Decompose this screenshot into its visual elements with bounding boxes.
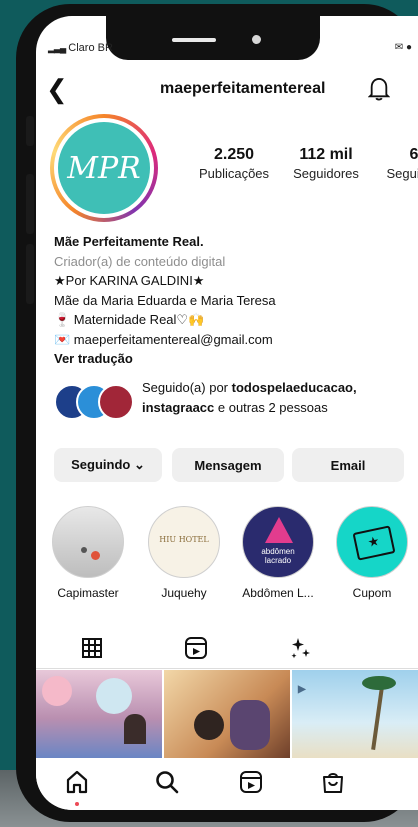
- message-button[interactable]: Mensagem: [172, 448, 284, 482]
- following-stat[interactable]: 6 Seguindo: [374, 146, 418, 181]
- profile-bio: Mãe Perfeitamente Real. Criador(a) de co…: [54, 232, 418, 369]
- home-icon[interactable]: [63, 768, 91, 796]
- carrier-label: Claro BR: [68, 42, 113, 54]
- shop-icon[interactable]: [319, 768, 347, 796]
- highlight-label: Abdômen L...: [242, 586, 314, 600]
- notch: [106, 16, 320, 60]
- following-button[interactable]: Seguindo ⌄: [54, 448, 162, 482]
- followed-account-2: instagraacc: [142, 400, 215, 415]
- status-right: ✉ ●: [394, 42, 412, 53]
- followers-label: Seguidores: [293, 166, 359, 181]
- signal-icon: ▂▃▄: [48, 43, 66, 53]
- hiu-hotel-logo: HIU HOTEL: [159, 535, 209, 544]
- follower-avatar: [98, 384, 134, 420]
- highlight-cover: HIU HOTEL: [148, 506, 220, 578]
- highlight-cupom[interactable]: ★ Cupom: [334, 506, 410, 600]
- highlight-label: Capimaster: [57, 586, 119, 600]
- following-label: Seguindo: [386, 166, 418, 181]
- followed-account: todospelaeducacao,: [231, 380, 357, 395]
- highlight-label: Cupom: [352, 586, 392, 600]
- back-icon[interactable]: ❮: [46, 74, 68, 105]
- reels-icon[interactable]: [237, 768, 265, 796]
- post-thumbnail[interactable]: [36, 670, 162, 758]
- following-count: 6: [409, 146, 418, 163]
- phone-screen: ▂▃▄ Claro BR ✉ ● ❮ maeperfeitamentereal …: [36, 16, 418, 810]
- followed-by-row[interactable]: Seguido(a) por todospelaeducacao, instag…: [54, 378, 418, 422]
- camera: [252, 35, 261, 44]
- highlight-juquehy[interactable]: HIU HOTEL Juquehy: [146, 506, 222, 600]
- profile-username: maeperfeitamentereal: [160, 80, 326, 97]
- followers-stat[interactable]: 112 mil Seguidores: [286, 146, 366, 181]
- volume-down-button: [26, 244, 34, 304]
- followed-prefix: Seguido(a) por: [142, 380, 232, 395]
- highlight-cover: abdômen lacrado: [242, 506, 314, 578]
- bio-line: 🍷 Maternidade Real♡🙌: [54, 312, 205, 327]
- profile-avatar[interactable]: MPR: [50, 114, 158, 222]
- bio-line: Mãe da Maria Eduarda e Maria Teresa: [54, 292, 276, 308]
- search-icon[interactable]: [153, 768, 181, 796]
- email-button[interactable]: Email: [292, 448, 404, 482]
- highlight-cover: [52, 506, 124, 578]
- highlight-abdomen[interactable]: abdômen lacrado Abdômen L...: [240, 506, 316, 600]
- home-notification-dot: [75, 802, 79, 806]
- mute-switch: [26, 116, 34, 146]
- followers-count: 112 mil: [299, 146, 353, 163]
- post-thumbnail[interactable]: ▶: [292, 670, 418, 758]
- posts-stat[interactable]: 2.250 Publicações: [188, 146, 280, 181]
- action-buttons: Seguindo ⌄ Mensagem Email: [36, 448, 418, 482]
- bio-email-link[interactable]: 💌 maeperfeitamentereal@gmail.com: [54, 330, 418, 350]
- highlight-capimaster[interactable]: Capimaster: [50, 506, 126, 600]
- story-highlights: Capimaster HIU HOTEL Juquehy abdômen lac…: [36, 506, 418, 606]
- posts-label: Publicações: [198, 166, 270, 181]
- bio-line: ★Por KARINA GALDINI★: [54, 273, 205, 288]
- profile-tabs: [36, 628, 418, 669]
- volume-up-button: [26, 174, 34, 234]
- posts-grid: ▶: [36, 670, 418, 758]
- ticket-icon: ★: [352, 525, 396, 561]
- bio-name: Mãe Perfeitamente Real.: [54, 234, 204, 249]
- post-thumbnail[interactable]: [164, 670, 290, 758]
- avatar-logo: MPR: [58, 122, 150, 214]
- reels-tab-icon[interactable]: [182, 634, 210, 662]
- highlight-cover: ★: [336, 506, 408, 578]
- highlight-label: Juquehy: [161, 586, 207, 600]
- followed-suffix: e outras 2 pessoas: [214, 400, 328, 415]
- bio-category: Criador(a) de conteúdo digital: [54, 253, 226, 269]
- followed-by-text: Seguido(a) por todospelaeducacao, instag…: [142, 378, 357, 418]
- posts-count: 2.250: [213, 146, 255, 163]
- top-bar: ❮ maeperfeitamentereal: [36, 72, 418, 108]
- grid-tab-icon[interactable]: [78, 634, 106, 662]
- translate-link[interactable]: Ver tradução: [54, 349, 418, 369]
- bottom-navigation: [36, 758, 418, 810]
- status-carrier: ▂▃▄ Claro BR: [48, 42, 113, 54]
- notifications-bell-icon[interactable]: [368, 76, 390, 102]
- speaker: [172, 38, 216, 42]
- abdomen-logo: abdômen lacrado: [261, 547, 295, 565]
- effects-sparkle-tab-icon[interactable]: [286, 634, 314, 662]
